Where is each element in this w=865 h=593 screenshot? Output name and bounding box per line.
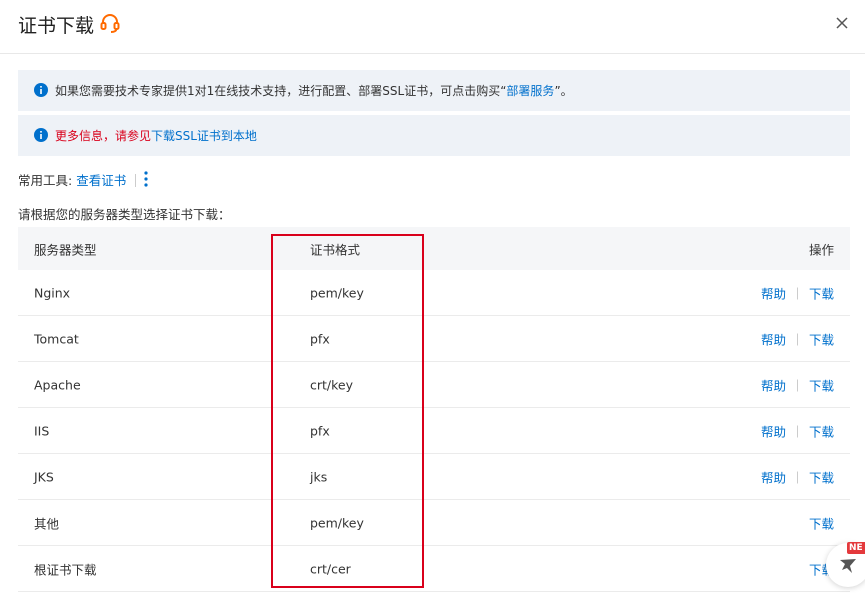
help-link[interactable]: 帮助 xyxy=(761,332,786,347)
server-type: Nginx xyxy=(34,285,71,300)
tools-label: 常用工具: xyxy=(18,173,73,188)
download-link[interactable]: 下载 xyxy=(809,424,834,439)
cert-format: crt/key xyxy=(310,377,354,392)
help-link[interactable]: 帮助 xyxy=(761,286,786,301)
table-header: 服务器类型 证书格式 操作 xyxy=(18,227,850,270)
server-type: Apache xyxy=(34,377,81,392)
table-row: Apache crt/key 帮助 下载 xyxy=(18,362,850,408)
view-cert-link[interactable]: 查看证书 xyxy=(76,173,126,188)
cert-format: pfx xyxy=(310,423,330,438)
download-link[interactable]: 下载 xyxy=(809,332,834,347)
header-actions: 操作 xyxy=(808,242,834,257)
server-type: Tomcat xyxy=(34,331,79,346)
download-link[interactable]: 下载 xyxy=(809,516,834,531)
table-row: JKS jks 帮助 下载 xyxy=(18,454,850,500)
table-row: 根证书下载 crt/cer 下载 xyxy=(18,546,850,592)
cert-format: pem/key xyxy=(310,285,364,300)
notice-more-info: 更多信息，请参见下载SSL证书到本地 xyxy=(18,115,850,156)
cert-format: pem/key xyxy=(310,515,364,530)
divider xyxy=(796,287,798,299)
help-link[interactable]: 帮助 xyxy=(761,424,786,439)
bird-icon xyxy=(840,559,856,573)
divider xyxy=(796,333,798,345)
download-link[interactable]: 下载 xyxy=(809,286,834,301)
table-row: IIS pfx 帮助 下载 xyxy=(18,408,850,454)
notice-support: 如果您需要技术专家提供1对1在线技术支持，进行配置、部署SSL证书，可点击购买“… xyxy=(18,70,850,111)
table-row: 其他 pem/key 下载 xyxy=(18,500,850,546)
server-type: 其他 xyxy=(34,516,60,531)
cert-format: pfx xyxy=(310,331,330,346)
cert-format: crt/cer xyxy=(310,561,351,576)
dialog-header: 证书下载 xyxy=(0,0,865,54)
deploy-service-link[interactable]: 部署服务 xyxy=(506,84,554,98)
divider xyxy=(135,174,137,187)
download-ssl-doc-link[interactable]: 下载SSL证书到本地 xyxy=(151,129,257,143)
help-link[interactable]: 帮助 xyxy=(761,470,786,485)
divider xyxy=(796,471,798,483)
more-vertical-icon[interactable] xyxy=(143,170,149,188)
notice-text: 更多信息，请参见 xyxy=(55,129,152,143)
info-icon xyxy=(34,128,48,142)
table-row: Nginx pem/key 帮助 下载 xyxy=(18,270,850,316)
notice-suffix: ”。 xyxy=(554,84,573,98)
header-cert-format: 证书格式 xyxy=(310,242,361,257)
dialog-title: 证书下载 xyxy=(18,15,95,37)
info-icon xyxy=(34,83,48,97)
close-icon[interactable] xyxy=(833,14,851,32)
instruction-text: 请根据您的服务器类型选择证书下载： xyxy=(18,207,231,222)
headset-icon[interactable] xyxy=(99,12,121,34)
table-row: Tomcat pfx 帮助 下载 xyxy=(18,316,850,362)
server-type: IIS xyxy=(34,423,50,438)
divider xyxy=(796,379,798,391)
common-tools: 常用工具: 查看证书 xyxy=(18,170,145,189)
help-link[interactable]: 帮助 xyxy=(761,378,786,393)
notice-text: 如果您需要技术专家提供1对1在线技术支持，进行配置、部署SSL证书，可点击购买“ xyxy=(55,84,507,98)
server-type: JKS xyxy=(34,469,54,484)
server-type: 根证书下载 xyxy=(34,562,97,577)
download-link[interactable]: 下载 xyxy=(809,470,834,485)
cert-download-table: 服务器类型 证书格式 操作 Nginx pem/key 帮助 下载 Tomcat … xyxy=(18,227,850,592)
cert-format: jks xyxy=(310,469,328,484)
download-link[interactable]: 下载 xyxy=(809,378,834,393)
new-badge: NE xyxy=(847,542,865,554)
divider xyxy=(796,425,798,437)
header-server-type: 服务器类型 xyxy=(34,242,97,257)
